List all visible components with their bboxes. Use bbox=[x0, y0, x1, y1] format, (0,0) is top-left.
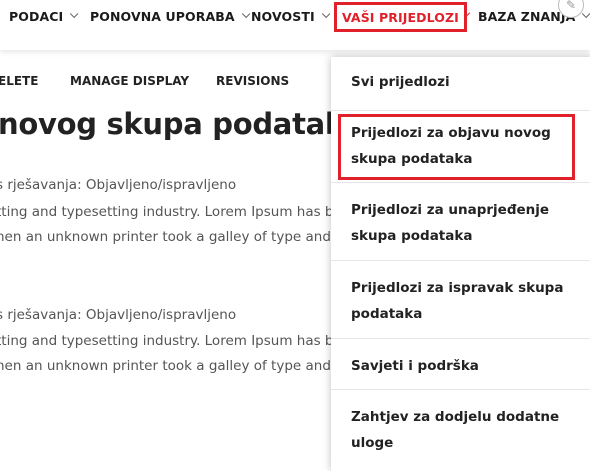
page-title: novog skupa podataka bbox=[0, 107, 364, 141]
tab-delete[interactable]: ELETE bbox=[0, 74, 38, 88]
menu-item-prijedlozi-unaprjedenje[interactable]: Prijedlozi za unaprjeđenje skupa podatak… bbox=[331, 184, 590, 261]
page: PODACI PONOVNA UPORABA NOVOSTI VAŠI PRIJ… bbox=[0, 0, 590, 471]
status-text: s rješavanja: Objavljeno/ispravljeno bbox=[0, 307, 237, 323]
nav-item-label: PONOVNA UPORABA bbox=[90, 8, 235, 24]
tab-manage-display[interactable]: MANAGE DISPLAY bbox=[70, 74, 189, 88]
status-text: s rješavanja: Objavljeno/ispravljeno bbox=[0, 177, 237, 193]
tab-revisions[interactable]: REVISIONS bbox=[216, 74, 289, 88]
nav-item-vasi-prijedlozi[interactable]: VAŠI PRIJEDLOZI bbox=[334, 2, 470, 32]
nav-item-label: VAŠI PRIJEDLOZI bbox=[342, 9, 459, 25]
menu-item-svi-prijedlozi[interactable]: Svi prijedlozi bbox=[331, 69, 590, 111]
chevron-down-icon bbox=[582, 9, 590, 19]
nav-item-novosti[interactable]: NOVOSTI bbox=[251, 0, 331, 32]
body-text: hen an unknown printer took a galley of … bbox=[0, 358, 350, 374]
chevron-down-icon bbox=[321, 9, 331, 19]
chevron-down-icon bbox=[241, 9, 251, 19]
nav-item-label: NOVOSTI bbox=[251, 8, 315, 24]
menu-item-prijedlozi-objava[interactable]: Prijedlozi za objavu novog skupa podatak… bbox=[331, 112, 590, 183]
chevron-down-icon bbox=[70, 9, 79, 19]
menu-item-savjeti-podrska[interactable]: Savjeti i podrška bbox=[331, 340, 590, 390]
chevron-down-icon bbox=[465, 12, 470, 18]
vasi-prijedlozi-dropdown: Svi prijedlozi Prijedlozi za objavu novo… bbox=[331, 57, 590, 471]
body-text: tting and typesetting industry. Lorem Ip… bbox=[0, 333, 351, 349]
menu-item-zahtjev-uloge[interactable]: Zahtjev za dodjelu dodatne uloge bbox=[331, 391, 590, 451]
nav-item-podaci[interactable]: PODACI bbox=[9, 0, 79, 32]
menu-item-prijedlozi-ispravak[interactable]: Prijedlozi za ispravak skupa podataka bbox=[331, 262, 590, 339]
body-text: hen an unknown printer took a galley of … bbox=[0, 229, 350, 245]
nav-item-ponovna-uporaba[interactable]: PONOVNA UPORABA bbox=[90, 0, 251, 32]
top-navigation: PODACI PONOVNA UPORABA NOVOSTI VAŠI PRIJ… bbox=[0, 0, 590, 50]
nav-item-label: PODACI bbox=[9, 8, 64, 24]
body-text: tting and typesetting industry. Lorem Ip… bbox=[0, 204, 351, 220]
